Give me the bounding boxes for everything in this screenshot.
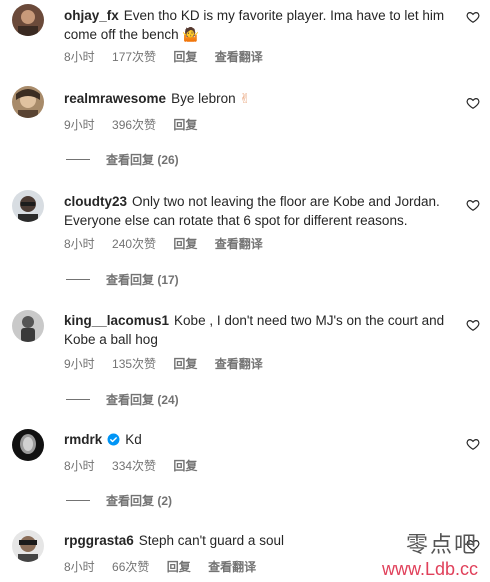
divider-line bbox=[66, 159, 90, 160]
watermark-url: www.Ldb.cc bbox=[381, 559, 478, 579]
translate-button[interactable]: 查看翻译 bbox=[208, 560, 256, 574]
view-replies-button[interactable]: 查看回复 (17) bbox=[66, 271, 179, 288]
heart-icon[interactable] bbox=[466, 10, 480, 24]
comment-username[interactable]: rmdrk bbox=[64, 432, 102, 447]
shrug-emoji: 🤷 bbox=[182, 27, 200, 42]
comment-text: Even tho KD is my favorite player. Ima h… bbox=[64, 8, 445, 42]
avatar[interactable] bbox=[12, 530, 44, 562]
reply-button[interactable]: 回复 bbox=[167, 560, 191, 574]
comment-username[interactable]: realmrawesome bbox=[64, 91, 166, 106]
comment-time: 8小时 bbox=[64, 560, 95, 574]
comment-username[interactable]: cloudty23 bbox=[64, 194, 127, 209]
view-replies-button[interactable]: 查看回复 (2) bbox=[66, 492, 172, 509]
comment-body: rmdrk Kd bbox=[64, 430, 454, 449]
divider-line bbox=[66, 399, 90, 400]
view-replies-label: 查看回复 (24) bbox=[106, 393, 179, 407]
avatar[interactable] bbox=[12, 190, 44, 222]
view-replies-label: 查看回复 (17) bbox=[106, 273, 179, 287]
comment-text: Kd bbox=[125, 432, 142, 447]
comment-username[interactable]: king__lacomus1 bbox=[64, 313, 169, 328]
comment-username[interactable]: rpggrasta6 bbox=[64, 533, 134, 548]
view-replies-button[interactable]: 查看回复 (26) bbox=[66, 151, 179, 168]
comment-time: 8小时 bbox=[64, 237, 95, 251]
like-count[interactable]: 177次赞 bbox=[112, 50, 156, 64]
comment-meta: 8小时 240次赞 回复 查看翻译 bbox=[64, 235, 277, 252]
comment-body: realmrawesome Bye lebron ✌ bbox=[64, 89, 454, 108]
view-replies-label: 查看回复 (2) bbox=[106, 494, 173, 508]
comment-username[interactable]: ohjay_fx bbox=[64, 8, 119, 23]
comment-time: 8小时 bbox=[64, 50, 95, 64]
avatar[interactable] bbox=[12, 4, 44, 36]
peace-sign-emoji: ✌ bbox=[239, 91, 251, 106]
heart-icon[interactable] bbox=[466, 198, 480, 212]
avatar[interactable] bbox=[12, 310, 44, 342]
heart-icon[interactable] bbox=[466, 96, 480, 110]
heart-icon[interactable] bbox=[466, 437, 480, 451]
like-count[interactable]: 240次赞 bbox=[112, 237, 156, 251]
comment-text: Steph can't guard a soul bbox=[138, 533, 284, 548]
comment-time: 8小时 bbox=[64, 459, 95, 473]
comment-meta: 9小时 135次赞 回复 查看翻译 bbox=[64, 355, 277, 372]
like-count[interactable]: 66次赞 bbox=[112, 560, 149, 574]
comment-body: king__lacomus1 Kobe , I don't need two MJ… bbox=[64, 311, 454, 349]
like-count[interactable]: 334次赞 bbox=[112, 459, 156, 473]
comment-body: cloudty23 Only two not leaving the floor … bbox=[64, 192, 454, 230]
comment-time: 9小时 bbox=[64, 118, 95, 132]
translate-button[interactable]: 查看翻译 bbox=[215, 357, 263, 371]
heart-icon[interactable] bbox=[466, 318, 480, 332]
divider-line bbox=[66, 500, 90, 501]
comment-time: 9小时 bbox=[64, 357, 95, 371]
like-count[interactable]: 135次赞 bbox=[112, 357, 156, 371]
watermark-chinese: 零点吧 bbox=[405, 533, 478, 558]
verified-badge-icon bbox=[107, 433, 120, 446]
reply-button[interactable]: 回复 bbox=[173, 357, 197, 371]
translate-button[interactable]: 查看翻译 bbox=[215, 50, 263, 64]
view-replies-label: 查看回复 (26) bbox=[106, 153, 179, 167]
reply-button[interactable]: 回复 bbox=[173, 237, 197, 251]
comment-meta: 9小时 396次赞 回复 bbox=[64, 116, 211, 133]
comment-meta: 8小时 177次赞 回复 查看翻译 bbox=[64, 48, 277, 65]
reply-button[interactable]: 回复 bbox=[173, 50, 197, 64]
comment-meta: 8小时 334次赞 回复 bbox=[64, 457, 211, 474]
translate-button[interactable]: 查看翻译 bbox=[215, 237, 263, 251]
avatar[interactable] bbox=[12, 429, 44, 461]
view-replies-button[interactable]: 查看回复 (24) bbox=[66, 391, 179, 408]
comment-text: Bye lebron bbox=[171, 91, 236, 106]
divider-line bbox=[66, 279, 90, 280]
reply-button[interactable]: 回复 bbox=[173, 459, 197, 473]
comment-meta: 8小时 66次赞 回复 查看翻译 bbox=[64, 558, 270, 575]
like-count[interactable]: 396次赞 bbox=[112, 118, 156, 132]
avatar[interactable] bbox=[12, 86, 44, 118]
comment-body: ohjay_fx Even tho KD is my favorite playe… bbox=[64, 6, 454, 44]
watermark: 零点吧 www.Ldb.cc bbox=[382, 527, 478, 580]
reply-button[interactable]: 回复 bbox=[173, 118, 197, 132]
